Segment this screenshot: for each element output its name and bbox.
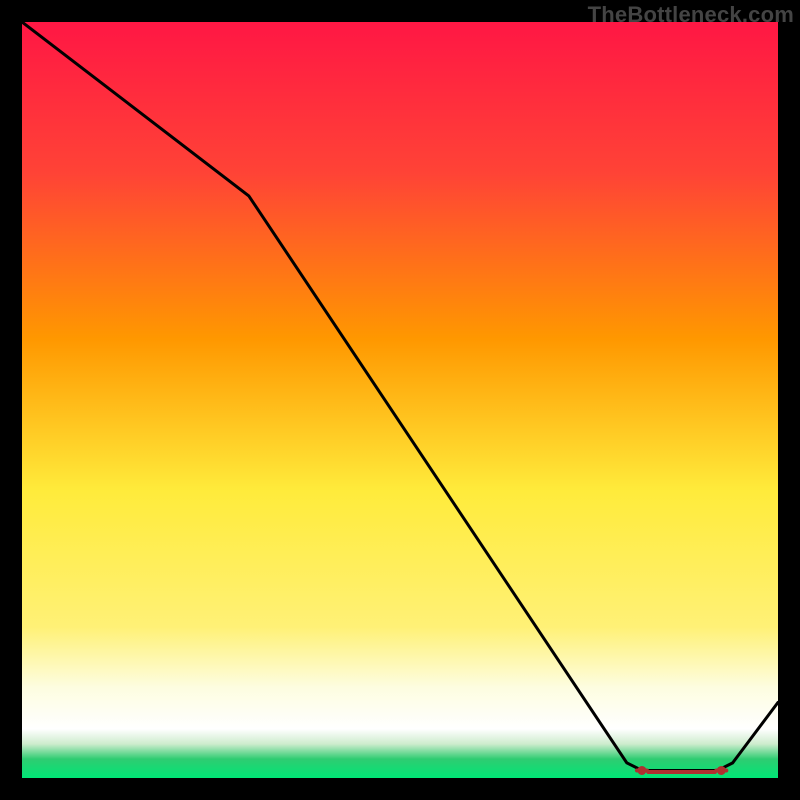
chart-area: [22, 22, 778, 778]
gradient-background: [22, 22, 778, 778]
chart-svg: [22, 22, 778, 778]
watermark-text: TheBottleneck.com: [588, 2, 794, 28]
